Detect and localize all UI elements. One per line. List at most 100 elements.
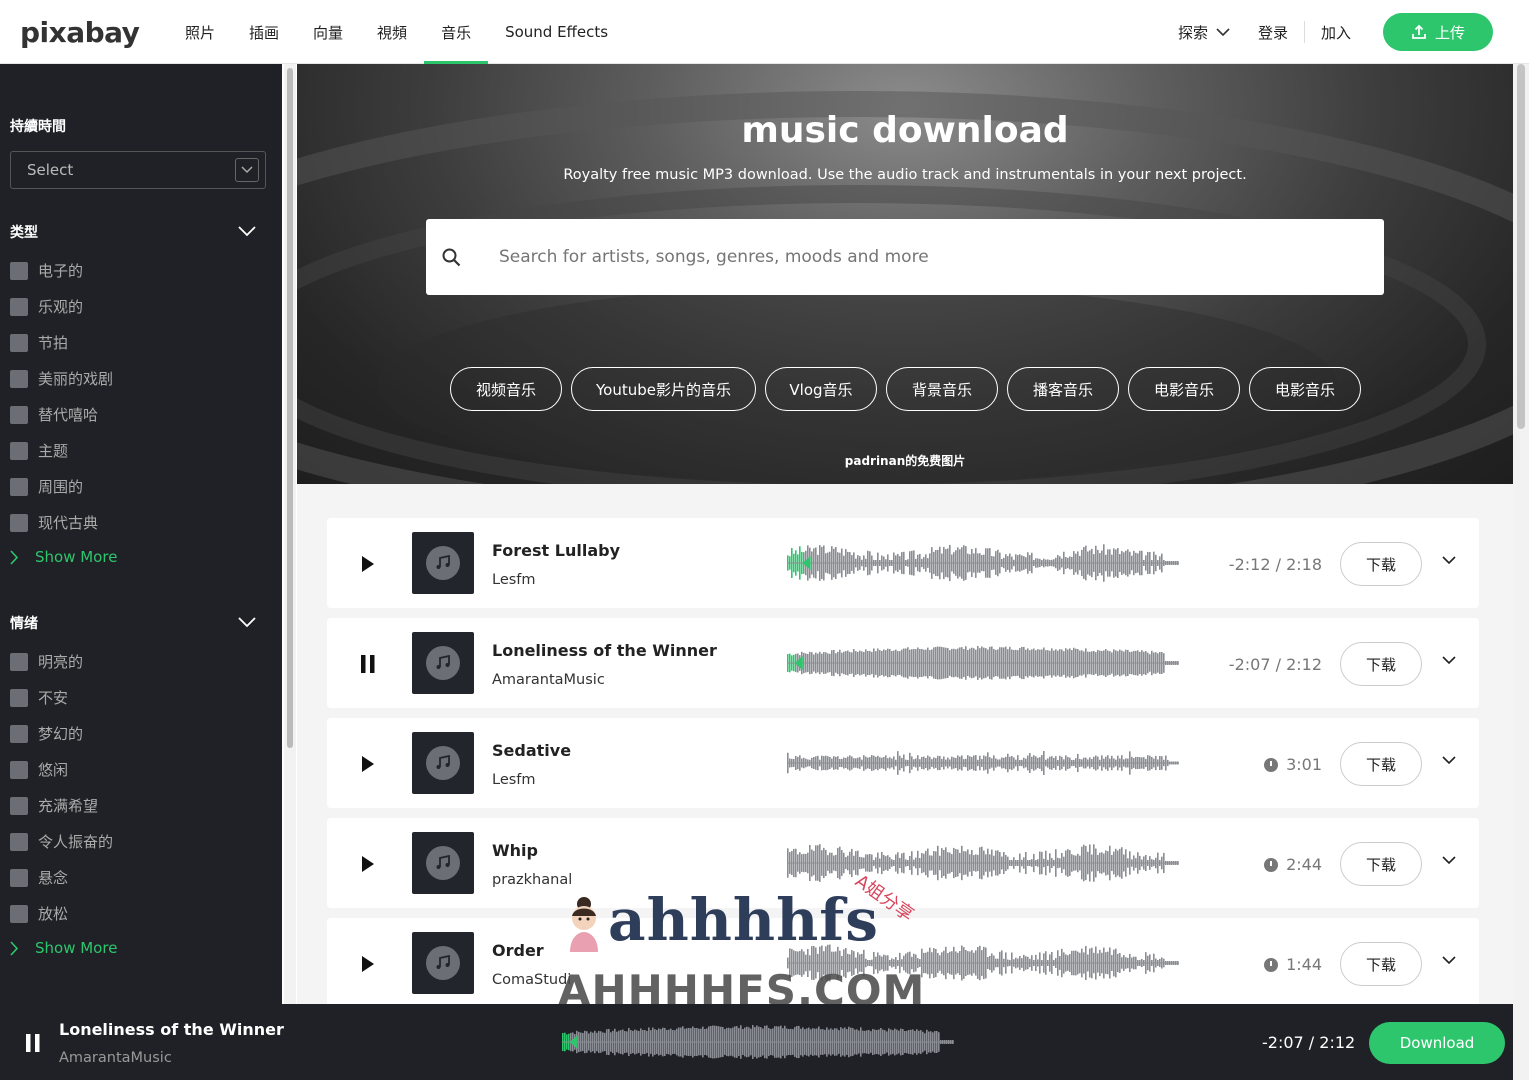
track-artist[interactable]: prazkhanal (492, 872, 572, 888)
mood-checkbox[interactable]: 明亮的 (10, 651, 83, 672)
track-row[interactable]: Forest Lullaby Lesfm -2:12 / 2:18 下载 (327, 518, 1479, 608)
chip-youtube-music[interactable]: Youtube影片的音乐 (571, 367, 756, 411)
track-row[interactable]: Whip prazkhanal 2:44 下载 (327, 818, 1479, 908)
chevron-down-icon[interactable] (238, 226, 256, 237)
waveform[interactable] (562, 1022, 954, 1062)
checkbox[interactable] (10, 477, 28, 496)
track-artist[interactable]: ComaStudi (492, 972, 571, 988)
track-artist[interactable]: AmarantaMusic (492, 672, 605, 688)
chip-film-music[interactable]: 电影音乐 (1128, 367, 1240, 411)
track-row[interactable]: Order ComaStudi 1:44 下载 (327, 918, 1479, 1008)
mood-show-more[interactable]: Show More (10, 939, 117, 957)
nav-sound-effects[interactable]: Sound Effects (488, 0, 625, 64)
checkbox[interactable] (10, 441, 28, 460)
checkbox[interactable] (10, 688, 28, 707)
login-link[interactable]: 登录 (1258, 22, 1288, 43)
download-button[interactable]: 下载 (1340, 942, 1422, 986)
checkbox[interactable] (10, 832, 28, 851)
pause-icon[interactable] (361, 655, 375, 673)
chip-film-music-2[interactable]: 电影音乐 (1249, 367, 1361, 411)
genre-checkbox[interactable]: 节拍 (10, 332, 68, 353)
play-icon[interactable] (361, 955, 375, 973)
download-button[interactable]: 下载 (1340, 842, 1422, 886)
checkbox[interactable] (10, 904, 28, 923)
play-icon[interactable] (361, 855, 375, 873)
chevron-down-icon[interactable] (1442, 756, 1456, 765)
now-playing-title[interactable]: Loneliness of the Winner (59, 1020, 284, 1039)
genre-checkbox[interactable]: 美丽的戏剧 (10, 368, 113, 389)
nav-videos[interactable]: 視頻 (360, 0, 424, 64)
pixabay-logo[interactable]: pixabay (20, 16, 140, 49)
waveform[interactable] (787, 743, 1179, 783)
track-artist[interactable]: Lesfm (492, 572, 536, 588)
mood-checkbox[interactable]: 放松 (10, 903, 68, 924)
explore-menu[interactable]: 探索 (1178, 22, 1230, 43)
track-title[interactable]: Whip (492, 841, 538, 860)
upload-button[interactable]: 上传 (1383, 13, 1493, 51)
track-artist[interactable]: Lesfm (492, 772, 536, 788)
search-input[interactable] (499, 247, 1319, 267)
mood-checkbox[interactable]: 令人振奋的 (10, 831, 113, 852)
mood-checkbox[interactable]: 悬念 (10, 867, 68, 888)
chevron-down-icon[interactable] (1442, 556, 1456, 565)
checkbox[interactable] (10, 333, 28, 352)
chevron-down-icon[interactable] (238, 617, 256, 628)
checkbox[interactable] (10, 513, 28, 532)
checkbox[interactable] (10, 297, 28, 316)
play-icon[interactable] (361, 555, 375, 573)
genre-checkbox[interactable]: 周围的 (10, 476, 83, 497)
pause-icon[interactable] (26, 1034, 40, 1052)
chevron-down-icon[interactable] (1442, 856, 1456, 865)
mood-checkbox[interactable]: 充满希望 (10, 795, 98, 816)
download-button[interactable]: Download (1369, 1022, 1505, 1064)
download-button[interactable]: 下载 (1340, 742, 1422, 786)
genre-checkbox[interactable]: 乐观的 (10, 296, 83, 317)
genre-checkbox[interactable]: 主题 (10, 440, 68, 461)
checkbox[interactable] (10, 369, 28, 388)
scrollbar-thumb[interactable] (1517, 64, 1525, 429)
track-row[interactable]: Loneliness of the Winner AmarantaMusic -… (327, 618, 1479, 708)
chip-background-music[interactable]: 背景音乐 (886, 367, 998, 411)
nav-photos[interactable]: 照片 (168, 0, 232, 64)
track-title[interactable]: Order (492, 941, 544, 960)
now-playing-artist[interactable]: AmarantaMusic (59, 1050, 172, 1066)
search-bar[interactable] (426, 219, 1384, 295)
mood-checkbox[interactable]: 不安 (10, 687, 68, 708)
chip-video-music[interactable]: 视频音乐 (450, 367, 562, 411)
genre-show-more[interactable]: Show More (10, 548, 117, 566)
join-link[interactable]: 加入 (1321, 22, 1351, 43)
chip-podcast-music[interactable]: 播客音乐 (1007, 367, 1119, 411)
checkbox[interactable] (10, 868, 28, 887)
scrollbar-thumb[interactable] (287, 68, 293, 748)
genre-checkbox[interactable]: 电子的 (10, 260, 83, 281)
checkbox[interactable] (10, 724, 28, 743)
track-row[interactable]: Sedative Lesfm 3:01 下载 (327, 718, 1479, 808)
mood-checkbox[interactable]: 悠闲 (10, 759, 68, 780)
page-scrollbar[interactable] (1513, 64, 1529, 1080)
checkbox[interactable] (10, 405, 28, 424)
download-button[interactable]: 下载 (1340, 642, 1422, 686)
track-title[interactable]: Loneliness of the Winner (492, 641, 717, 660)
waveform[interactable] (787, 543, 1179, 583)
checkbox[interactable] (10, 760, 28, 779)
chip-vlog-music[interactable]: Vlog音乐 (765, 367, 877, 411)
waveform[interactable] (787, 943, 1179, 983)
mood-checkbox[interactable]: 梦幻的 (10, 723, 83, 744)
image-credit[interactable]: padrinan的免费图片 (297, 452, 1513, 469)
nav-music[interactable]: 音乐 (424, 0, 489, 64)
track-title[interactable]: Sedative (492, 741, 571, 760)
chevron-down-icon[interactable] (1442, 956, 1456, 965)
play-icon[interactable] (361, 755, 375, 773)
download-button[interactable]: 下载 (1340, 542, 1422, 586)
track-title[interactable]: Forest Lullaby (492, 541, 620, 560)
genre-checkbox[interactable]: 现代古典 (10, 512, 98, 533)
checkbox[interactable] (10, 652, 28, 671)
nav-illustrations[interactable]: 插画 (232, 0, 296, 64)
checkbox[interactable] (10, 796, 28, 815)
waveform[interactable] (787, 643, 1179, 683)
chevron-down-icon[interactable] (1442, 656, 1456, 665)
checkbox[interactable] (10, 261, 28, 280)
genre-checkbox[interactable]: 替代嘻哈 (10, 404, 98, 425)
nav-vectors[interactable]: 向量 (296, 0, 360, 64)
waveform[interactable] (787, 843, 1179, 883)
